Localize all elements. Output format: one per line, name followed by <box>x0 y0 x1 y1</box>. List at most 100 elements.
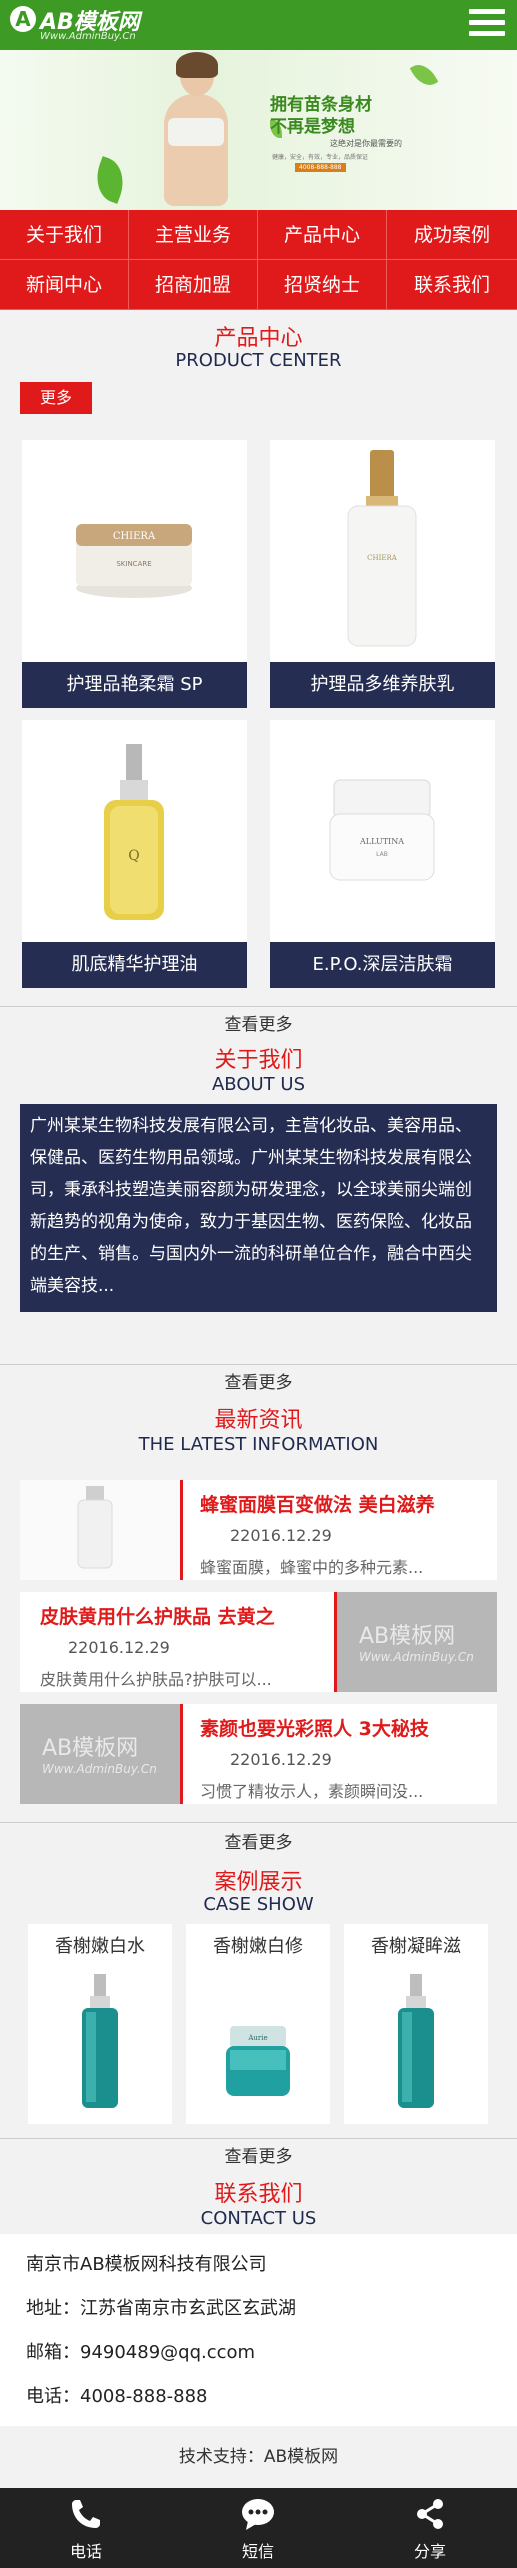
product-card[interactable]: ALLUTINA LAB E.P.O.深层洁肤霜 <box>270 720 495 988</box>
hamburger-menu-icon[interactable] <box>469 9 505 41</box>
svg-text:Aurie: Aurie <box>247 2034 267 2042</box>
case-card[interactable]: 香榭嫩白水 <box>28 1924 172 2124</box>
products-title: 产品中心 <box>214 326 303 351</box>
svg-text:LAB: LAB <box>376 851 388 858</box>
contact-address: 地址：江苏省南京市玄武区玄武湖 <box>26 2298 296 2319</box>
news-view-more[interactable]: 查看更多 <box>0 1828 517 1853</box>
divider <box>0 1006 517 1007</box>
news-subtitle: THE LATEST INFORMATION <box>138 1434 379 1455</box>
product-card[interactable]: CHIERA SKINCARE 护理品艳柔霜 SP <box>22 440 247 708</box>
nav-item-business[interactable]: 主营业务 <box>129 210 258 260</box>
product-card[interactable]: CHIERA 护理品多维养肤乳 <box>270 440 495 708</box>
products-more-button[interactable]: 更多 <box>20 382 92 414</box>
nav-item-news[interactable]: 新闻中心 <box>0 260 129 310</box>
news-description: 习惯了精妆示人，素颜瞬间没... <box>200 1782 424 1801</box>
logo[interactable]: A AB模板网 Www.AdminBuy.Cn <box>10 4 180 46</box>
nav-item-cases[interactable]: 成功案例 <box>387 210 517 260</box>
news-item[interactable]: AB模板网 Www.AdminBuy.Cn 素颜也要光彩照人 3大秘技 2201… <box>20 1704 497 1804</box>
contact-subtitle: CONTACT US <box>200 2208 317 2229</box>
cases-title: 案例展示 <box>214 1870 303 1895</box>
contact-email[interactable]: 邮箱：9490489@qq.ccom <box>26 2338 255 2364</box>
news-item[interactable]: 皮肤黄用什么护肤品 去黄之 22016.12.29 皮肤黄用什么护肤品?护肤可以… <box>20 1592 497 1692</box>
divider <box>0 1822 517 1823</box>
news-accent-bar <box>180 1480 183 1580</box>
about-text: 广州某某生物科技发展有限公司，主营化妆品、美容用品、保健品、医药生物用品领域。广… <box>20 1104 497 1312</box>
nav-item-jobs[interactable]: 招贤纳士 <box>258 260 387 310</box>
svg-text:CHIERA: CHIERA <box>367 554 398 562</box>
news-title-text[interactable]: 皮肤黄用什么护肤品 去黄之 <box>40 1602 340 1629</box>
banner-phone: 4008-888-888 <box>295 163 346 172</box>
svg-text:CHIERA: CHIERA <box>113 531 156 542</box>
tech-support[interactable]: 技术支持：AB模板网 <box>0 2442 517 2467</box>
banner[interactable]: 拥有苗条身材 不再是梦想 这绝对是你最需要的 健康，安全，有效，专业，品质保证 … <box>0 50 517 210</box>
about-title: 关于我们 <box>214 1048 303 1073</box>
case-image <box>366 1966 466 2116</box>
case-label: 香榭凝眸滋 <box>371 1936 461 1957</box>
contact-info: 南京市AB模板网科技有限公司 地址：江苏省南京市玄武区玄武湖 邮箱：949048… <box>0 2234 517 2426</box>
watermark-text: AB模板网 <box>42 1736 139 1761</box>
news-date: 22016.12.29 <box>230 1526 332 1545</box>
footer-sms-button[interactable]: 短信 <box>172 2488 344 2568</box>
nav-item-franchise[interactable]: 招商加盟 <box>129 260 258 310</box>
svg-text:ALLUTINA: ALLUTINA <box>359 837 404 846</box>
svg-text:SKINCARE: SKINCARE <box>116 560 151 568</box>
news-title-text[interactable]: 蜂蜜面膜百变做法 美白滋养 <box>200 1490 490 1517</box>
news-image <box>20 1480 180 1580</box>
case-label: 香榭嫩白水 <box>55 1936 145 1957</box>
product-label: 护理品多维养肤乳 <box>270 662 495 708</box>
news-description: 蜂蜜面膜，蜂蜜中的多种元素... <box>200 1558 424 1577</box>
case-card[interactable]: 香榭凝眸滋 <box>344 1924 488 2124</box>
message-icon <box>238 2494 278 2534</box>
leaf-decoration <box>409 59 439 91</box>
contact-title: 联系我们 <box>214 2182 303 2207</box>
page: A AB模板网 Www.AdminBuy.Cn 拥有苗条身材 不再是梦想 这绝对… <box>0 0 517 2568</box>
case-image <box>50 1966 150 2116</box>
about-view-more[interactable]: 查看更多 <box>0 1368 517 1393</box>
banner-tagline: 这绝对是你最需要的 <box>330 139 402 148</box>
product-image: Q <box>22 720 247 942</box>
nav-item-products[interactable]: 产品中心 <box>258 210 387 260</box>
news-title-text[interactable]: 素颜也要光彩照人 3大秘技 <box>200 1714 490 1741</box>
nav-item-about[interactable]: 关于我们 <box>0 210 129 260</box>
news-date: 22016.12.29 <box>230 1750 332 1769</box>
header: A AB模板网 Www.AdminBuy.Cn <box>0 0 517 50</box>
contact-company: 南京市AB模板网科技有限公司 <box>26 2254 267 2275</box>
news-image-placeholder: AB模板网 Www.AdminBuy.Cn <box>337 1592 497 1692</box>
cases-view-more[interactable]: 查看更多 <box>0 2142 517 2167</box>
leaf-decoration <box>89 156 131 204</box>
news-description: 皮肤黄用什么护肤品?护肤可以... <box>40 1670 272 1689</box>
watermark-subtext: Www.AdminBuy.Cn <box>359 1650 474 1664</box>
product-card[interactable]: Q 肌底精华护理油 <box>22 720 247 988</box>
products-view-more[interactable]: 查看更多 <box>0 1010 517 1035</box>
product-image: CHIERA <box>270 440 495 662</box>
svg-text:Q: Q <box>128 848 139 864</box>
watermark-subtext: Www.AdminBuy.Cn <box>42 1762 157 1776</box>
news-accent-bar <box>180 1704 183 1804</box>
footer-share-button[interactable]: 分享 <box>344 2488 517 2568</box>
contact-phone[interactable]: 电话：4008-888-888 <box>26 2382 208 2408</box>
nav-item-contact[interactable]: 联系我们 <box>387 260 517 310</box>
cases-subtitle: CASE SHOW <box>203 1894 314 1915</box>
product-image: ALLUTINA LAB <box>270 720 495 942</box>
case-image: Aurie <box>208 1966 308 2116</box>
main-nav: 关于我们 主营业务 产品中心 成功案例 新闻中心 招商加盟 招贤纳士 联系我们 <box>0 210 517 310</box>
news-image-placeholder: AB模板网 Www.AdminBuy.Cn <box>20 1704 180 1804</box>
divider <box>0 1364 517 1365</box>
banner-model-image <box>150 52 240 206</box>
news-title: 最新资讯 <box>214 1408 303 1433</box>
news-item[interactable]: 蜂蜜面膜百变做法 美白滋养 22016.12.29 蜂蜜面膜，蜂蜜中的多种元素.… <box>20 1480 497 1580</box>
logo-mark: A <box>10 6 36 32</box>
divider <box>0 2138 517 2139</box>
case-card[interactable]: 香榭嫩白修 Aurie <box>186 1924 330 2124</box>
footer-bar: 电话 短信 分享 <box>0 2488 517 2568</box>
case-label: 香榭嫩白修 <box>213 1936 303 1957</box>
footer-label: 短信 <box>241 2542 274 2561</box>
product-label: 肌底精华护理油 <box>22 942 247 988</box>
banner-description: 健康，安全，有效，专业，品质保证 <box>272 154 369 161</box>
product-label: E.P.O.深层洁肤霜 <box>270 942 495 988</box>
footer-label: 分享 <box>413 2542 446 2561</box>
news-date: 22016.12.29 <box>68 1638 170 1657</box>
about-subtitle: ABOUT US <box>211 1074 305 1095</box>
footer-phone-button[interactable]: 电话 <box>0 2488 172 2568</box>
footer-label: 电话 <box>69 2542 102 2561</box>
